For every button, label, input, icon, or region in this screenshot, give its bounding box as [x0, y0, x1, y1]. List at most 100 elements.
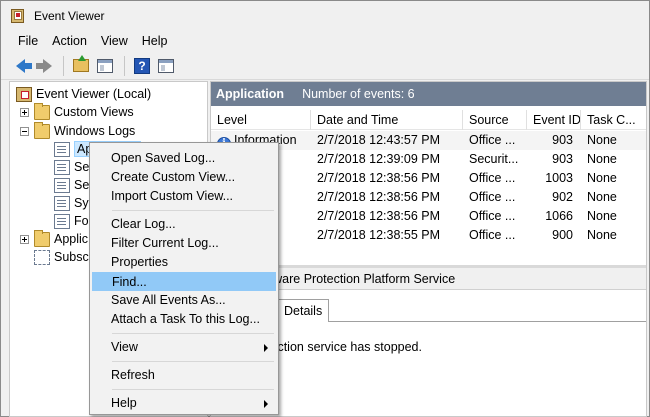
menu-bar: File Action View Help — [1, 30, 649, 52]
menu-item-open-saved-log[interactable]: Open Saved Log... — [92, 149, 276, 168]
menu-help[interactable]: Help — [135, 30, 175, 52]
menu-item-find[interactable]: Find... — [92, 272, 276, 291]
cell-date: 2/7/2018 12:38:56 PM — [317, 171, 441, 185]
column-header-level[interactable]: Level — [211, 110, 311, 130]
menu-action[interactable]: Action — [45, 30, 94, 52]
cell-source: Office ... — [469, 133, 516, 147]
tree-item-forwarded-events[interactable]: For — [54, 212, 93, 230]
menu-file[interactable]: File — [11, 30, 45, 52]
column-header-task-category[interactable]: Task C... — [581, 110, 646, 130]
menu-item-create-custom-view[interactable]: Create Custom View... — [92, 168, 276, 187]
cell-event-id: 903 — [552, 133, 573, 147]
tab-details[interactable]: Details — [277, 299, 330, 322]
show-hide-tree-button[interactable] — [94, 55, 116, 77]
folder-up-icon — [73, 55, 89, 72]
log-icon — [54, 141, 70, 157]
grid-header: Level Date and Time Source Event ID Task… — [211, 110, 646, 130]
menu-item-clear-log[interactable]: Clear Log... — [92, 215, 276, 234]
menu-separator — [112, 210, 274, 211]
tree-item-label: Event Viewer (Local) — [36, 87, 152, 101]
cell-task: None — [587, 133, 617, 147]
toolbar: ? — [1, 52, 649, 80]
back-button[interactable] — [9, 55, 32, 77]
tree-item-label: Windows Logs — [54, 124, 136, 138]
event-viewer-icon — [10, 8, 26, 24]
submenu-arrow-icon — [264, 344, 268, 352]
cell-date: 2/7/2018 12:43:57 PM — [317, 133, 441, 147]
cell-source: Securit... — [469, 152, 519, 166]
menu-item-import-custom-view[interactable]: Import Custom View... — [92, 187, 276, 206]
tree-item-label: Subscr — [54, 250, 93, 264]
up-one-level-button[interactable] — [70, 55, 92, 77]
menu-item-view[interactable]: View — [92, 338, 276, 357]
cell-date: 2/7/2018 12:38:55 PM — [317, 228, 441, 242]
cell-source: Office ... — [469, 171, 516, 185]
tree-item-label: Applic — [54, 232, 89, 246]
event-viewer-window: Event Viewer File Action View Help ? Eve… — [0, 0, 650, 417]
folder-icon — [34, 229, 50, 247]
column-header-event-id[interactable]: Event ID — [527, 110, 581, 130]
expand-icon[interactable] — [20, 107, 29, 117]
cell-event-id: 900 — [552, 228, 573, 242]
tree-item-custom-views[interactable]: Custom Views — [20, 102, 134, 121]
subscriptions-icon — [34, 249, 50, 265]
menu-separator — [112, 361, 274, 362]
cell-task: None — [587, 228, 617, 242]
submenu-arrow-icon — [264, 400, 268, 408]
tree-item-label: Custom Views — [54, 105, 134, 119]
log-title: Application — [216, 87, 285, 101]
action-pane-button[interactable] — [155, 55, 177, 77]
cell-event-id: 1003 — [545, 171, 573, 185]
back-arrow-icon — [15, 58, 32, 73]
folder-icon — [34, 102, 50, 120]
help-icon: ? — [134, 57, 150, 74]
menu-item-help[interactable]: Help — [92, 394, 276, 413]
cell-task: None — [587, 152, 617, 166]
toolbar-separator — [63, 55, 64, 76]
event-count: Number of events: 6 — [302, 87, 415, 101]
menu-separator — [112, 333, 274, 334]
tree-item-windows-logs[interactable]: Windows Logs — [20, 121, 136, 140]
event-viewer-icon — [16, 86, 32, 102]
cell-task: None — [587, 190, 617, 204]
menu-item-attach-task[interactable]: Attach a Task To this Log... — [92, 310, 276, 329]
tree-item-subscriptions[interactable]: Subscr — [34, 248, 93, 266]
log-icon — [54, 177, 70, 193]
cell-event-id: 1066 — [545, 209, 573, 223]
menu-view[interactable]: View — [94, 30, 135, 52]
window-title: Event Viewer — [34, 8, 105, 23]
title-bar[interactable]: Event Viewer — [1, 1, 649, 30]
folder-icon — [34, 121, 50, 139]
cell-date: 2/7/2018 12:39:09 PM — [317, 152, 441, 166]
log-icon — [54, 159, 70, 175]
content-header: Application Number of events: 6 — [211, 82, 646, 106]
column-header-date[interactable]: Date and Time — [311, 110, 463, 130]
help-button[interactable]: ? — [131, 55, 153, 77]
log-icon — [54, 213, 70, 229]
cell-task: None — [587, 171, 617, 185]
action-pane-icon — [158, 58, 174, 73]
tree-item-setup[interactable]: Set — [54, 176, 93, 194]
cell-date: 2/7/2018 12:38:56 PM — [317, 190, 441, 204]
tree-item-applications-services[interactable]: Applic — [20, 229, 89, 248]
menu-item-label: View — [111, 340, 138, 354]
menu-item-save-all-events[interactable]: Save All Events As... — [92, 291, 276, 310]
cell-source: Office ... — [469, 209, 516, 223]
forward-button[interactable] — [33, 55, 55, 77]
menu-item-filter-current-log[interactable]: Filter Current Log... — [92, 234, 276, 253]
context-menu: Open Saved Log... Create Custom View... … — [89, 142, 279, 415]
cell-source: Office ... — [469, 228, 516, 242]
cell-task: None — [587, 209, 617, 223]
tree-item-root[interactable]: Event Viewer (Local) — [16, 85, 151, 103]
cell-date: 2/7/2018 12:38:56 PM — [317, 209, 441, 223]
menu-item-properties[interactable]: Properties — [92, 253, 276, 272]
menu-item-refresh[interactable]: Refresh — [92, 366, 276, 385]
menu-separator — [112, 389, 274, 390]
expand-icon[interactable] — [20, 234, 29, 244]
toolbar-separator — [124, 55, 125, 76]
show-hide-tree-icon — [97, 58, 113, 73]
log-icon — [54, 195, 70, 211]
column-header-source[interactable]: Source — [463, 110, 527, 130]
cell-event-id: 903 — [552, 152, 573, 166]
collapse-icon[interactable] — [20, 126, 29, 136]
